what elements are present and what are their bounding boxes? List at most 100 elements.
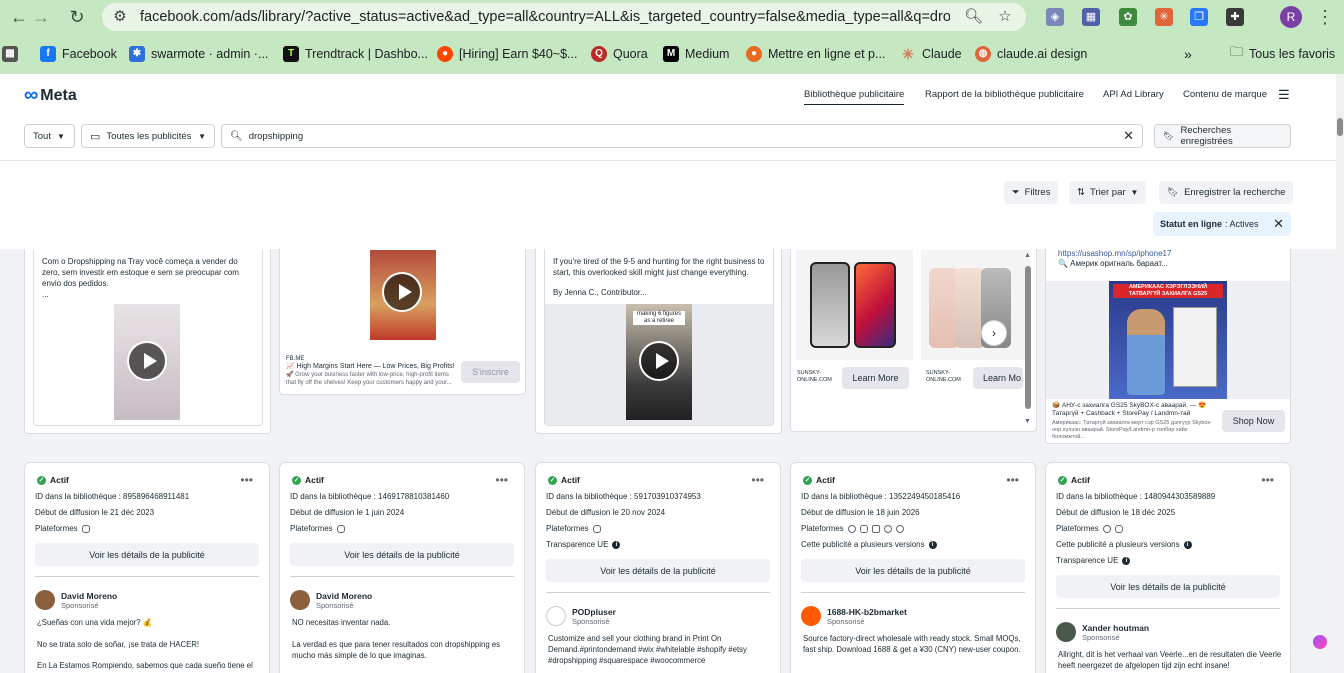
bookmark-trendtrack[interactable]: T Trendtrack | Dashbo... — [283, 45, 428, 63]
meta-logo[interactable]: ∞ Meta — [24, 84, 77, 107]
caret-down-icon: ▼ — [56, 131, 65, 141]
bookmark-star-icon[interactable]: ☆ — [996, 8, 1014, 26]
browser-menu-icon[interactable]: ⋮ — [1314, 6, 1336, 28]
divider — [290, 576, 514, 577]
bookmark-claude-design[interactable]: ◍ claude.ai design — [975, 45, 1087, 63]
ad-result-card: ✓ Actif ••• ID dans la bibliothèque : 146… — [279, 462, 525, 673]
all-bookmarks-folder[interactable]: 🗀 Tous les favoris — [1230, 44, 1335, 63]
reddit-icon: ● — [437, 46, 453, 62]
tab-ad-library[interactable]: Bibliothèque publicitaire — [804, 89, 905, 105]
saved-searches-button[interactable]: 🔖︎ Recherches enregistrées — [1154, 124, 1291, 148]
trendtrack-icon: T — [283, 46, 299, 62]
status-badge: ✓ Actif — [37, 475, 69, 485]
facebook-icon — [1102, 524, 1111, 533]
extension-claude-icon[interactable]: ✳ — [1155, 8, 1173, 26]
advertiser[interactable]: PODpluser Sponsorisé — [546, 606, 616, 626]
bookmark-quora[interactable]: Q Quora — [591, 45, 648, 63]
status-filter-chip[interactable]: Statut en ligne: Actives ✕ — [1153, 212, 1291, 236]
address-bar[interactable]: ⚙ facebook.com/ads/library/?active_statu… — [102, 3, 1026, 31]
tab-api[interactable]: API Ad Library — [1103, 89, 1164, 100]
extension-grid-icon[interactable]: ▦ — [1082, 8, 1100, 26]
view-ad-details-button[interactable]: Voir les détails de la publicité — [546, 559, 770, 582]
play-icon[interactable] — [127, 341, 167, 381]
menu-icon[interactable]: ☰ — [1278, 87, 1290, 103]
play-icon[interactable] — [382, 272, 422, 312]
bookmark-mettre-en-ligne[interactable]: ● Mettre en ligne et p... — [746, 45, 885, 63]
view-ad-details-button[interactable]: Voir les détails de la publicité — [35, 543, 259, 566]
more-options-icon[interactable]: ••• — [751, 473, 764, 487]
claude-design-icon: ◍ — [975, 46, 991, 62]
extension-shield-icon[interactable]: ◈ — [1046, 8, 1064, 26]
apps-grid-icon[interactable]: ▦ — [2, 45, 18, 63]
card-scrollbar[interactable]: ▲ ▼ — [1024, 252, 1032, 427]
tab-ad-library-report[interactable]: Rapport de la bibliothèque publicitaire — [925, 89, 1084, 100]
forward-icon[interactable]: → — [30, 6, 52, 28]
save-search-button[interactable]: 🔖︎ Enregistrer la recherche — [1159, 181, 1294, 204]
subscribe-button[interactable]: S'inscrire — [461, 361, 520, 383]
more-bookmarks-icon[interactable]: » — [1184, 45, 1192, 63]
carousel-image-iphone-x[interactable] — [796, 250, 913, 360]
more-options-icon[interactable]: ••• — [495, 473, 508, 487]
more-options-icon[interactable]: ••• — [240, 473, 253, 487]
info-icon[interactable]: i — [1183, 540, 1192, 549]
scroll-up-icon[interactable]: ▲ — [1024, 252, 1031, 259]
advertiser[interactable]: David Moreno Sponsorisé — [35, 590, 117, 610]
advertiser[interactable]: David Moreno Sponsorisé — [290, 590, 372, 610]
clear-search-icon[interactable]: ✕ — [1123, 128, 1134, 144]
meta-infinity-icon: ∞ — [24, 84, 39, 106]
remove-filter-icon[interactable]: ✕ — [1273, 216, 1284, 232]
extension-copy-icon[interactable]: ❐ — [1190, 8, 1208, 26]
extension-leaf-icon[interactable]: ✿ — [1119, 8, 1137, 26]
carousel-image-iphone-6s[interactable] — [921, 250, 1031, 360]
profile-avatar[interactable]: R — [1280, 6, 1302, 28]
more-options-icon[interactable]: ••• — [1006, 473, 1019, 487]
scroll-down-icon[interactable]: ▼ — [1024, 418, 1031, 425]
search-input[interactable]: 🔍︎ dropshipping ✕ — [221, 124, 1143, 148]
carousel-next-icon[interactable]: › — [981, 320, 1007, 346]
ad-type-select[interactable]: ▭ Toutes les publicités ▼ — [81, 124, 215, 148]
learn-more-button[interactable]: Learn More — [842, 367, 909, 389]
instagram-icon — [859, 524, 868, 533]
view-ad-details-button[interactable]: Voir les détails de la publicité — [290, 543, 514, 566]
filters-button[interactable]: ⏷ Filtres — [1004, 181, 1059, 204]
bookmark-reddit[interactable]: ● [Hiring] Earn $40~$... — [437, 45, 577, 63]
check-icon: ✓ — [37, 475, 46, 485]
ad-image-skybox[interactable]: АМЕРИКААС ХЭРЭГЛЭЭНИЙ ТАТВАРГҮЙ ЗАХИАЛГА… — [1109, 281, 1227, 399]
ad-result-card: ✓ Actif ••• ID dans la bibliothèque : 135… — [790, 462, 1036, 673]
medium-icon: M — [663, 46, 679, 62]
folder-icon: 🗀 — [1230, 44, 1244, 59]
check-icon: ✓ — [548, 475, 557, 485]
sort-icon: ⇅ — [1077, 187, 1085, 198]
bookmark-facebook[interactable]: f Facebook — [40, 45, 117, 63]
view-ad-details-button[interactable]: Voir les détails de la publicité — [801, 559, 1025, 582]
site-info-icon[interactable]: ⚙ — [111, 8, 129, 26]
scroll-thumb[interactable] — [1025, 266, 1031, 409]
info-icon[interactable]: i — [928, 540, 937, 549]
filter-icon: ⏷ — [1012, 187, 1020, 198]
floating-assistant-icon[interactable] — [1313, 635, 1327, 649]
bookmark-swarmote[interactable]: ✱ swarmote · admin ·... — [129, 45, 268, 63]
tab-branded-content[interactable]: Contenu de marque — [1183, 89, 1267, 100]
ad-card-partial: Com o Dropshipping na Tray você começa a… — [24, 249, 271, 434]
extensions-puzzle-icon[interactable]: ✚ — [1226, 8, 1244, 26]
bookmark-medium[interactable]: M Medium — [663, 45, 729, 63]
divider — [35, 576, 259, 577]
more-options-icon[interactable]: ••• — [1261, 473, 1274, 487]
info-icon[interactable]: i — [612, 540, 621, 549]
ad-result-card: ✓ Actif ••• ID dans la bibliothèque : 895… — [24, 462, 270, 673]
zoom-search-icon[interactable]: 🔍︎ — [964, 8, 983, 26]
back-icon[interactable]: ← — [8, 6, 30, 28]
view-ad-details-button[interactable]: Voir les détails de la publicité — [1056, 575, 1280, 598]
advertiser[interactable]: 1688-HK-b2bmarket Sponsorisé — [801, 606, 907, 626]
learn-more-button[interactable]: Learn Mo — [973, 367, 1023, 389]
bookmark-claude[interactable]: ✳ Claude — [900, 45, 962, 63]
reload-icon[interactable]: ↻ — [66, 6, 88, 28]
sort-button[interactable]: ⇅ Trier par ▼ — [1069, 181, 1147, 204]
page-scroll-thumb[interactable] — [1337, 118, 1343, 136]
country-select[interactable]: Tout ▼ — [24, 124, 75, 148]
info-icon[interactable]: i — [1122, 556, 1131, 565]
play-icon[interactable] — [639, 341, 679, 381]
advertiser[interactable]: Xander houtman Sponsorisé — [1056, 622, 1149, 642]
shop-now-button[interactable]: Shop Now — [1222, 410, 1285, 432]
page-scrollbar[interactable] — [1336, 74, 1344, 673]
